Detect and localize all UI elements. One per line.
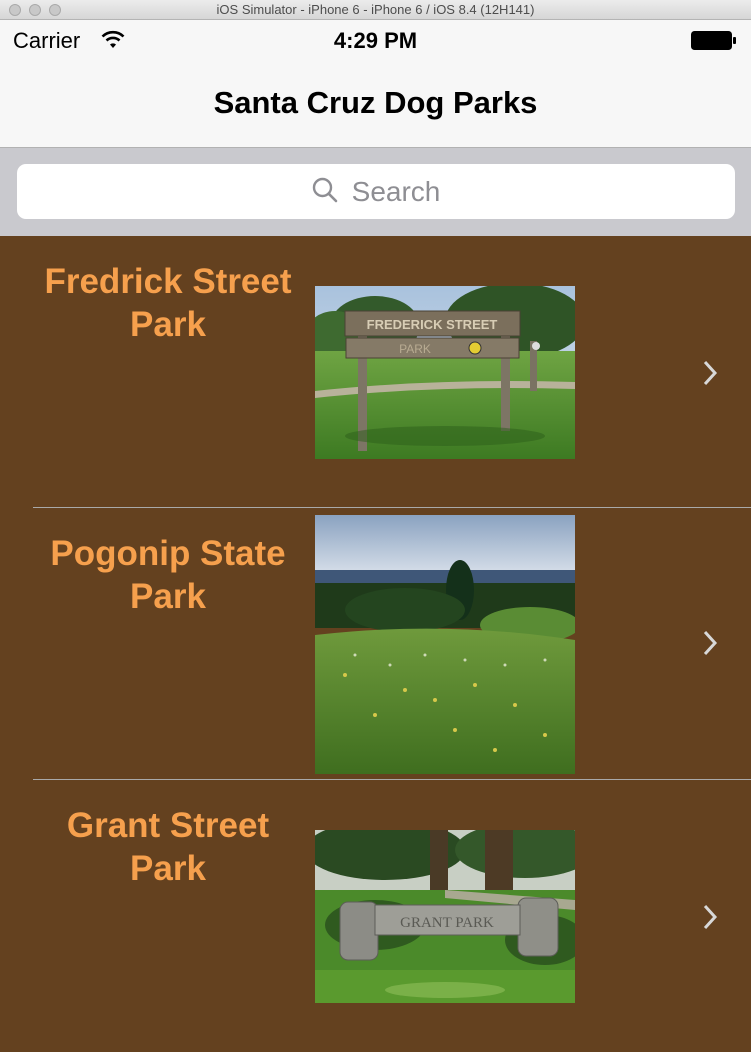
- park-photo-grant-street: GRANT PARK: [315, 830, 575, 1003]
- chevron-right-icon: [700, 359, 720, 392]
- park-row-fredrick-street[interactable]: Fredrick Street Park FREDERICK STREET PA…: [0, 236, 751, 508]
- park-name: Fredrick Street Park: [44, 262, 292, 344]
- simulator-titlebar: iOS Simulator - iPhone 6 - iPhone 6 / iO…: [0, 0, 751, 20]
- search-icon: [312, 177, 338, 208]
- battery-icon: [691, 31, 736, 50]
- park-photo-pogonip-state: [315, 515, 575, 774]
- sign-text: FREDERICK STREET: [367, 317, 498, 332]
- status-bar: Carrier 4:29 PM: [0, 20, 751, 60]
- park-row-grant-street[interactable]: Grant Street Park GRANT PARK: [0, 780, 751, 1052]
- search-field[interactable]: Search: [17, 164, 735, 219]
- park-name: Pogonip State Park: [50, 534, 286, 616]
- sign-text: GRANT PARK: [400, 915, 494, 931]
- status-time: 4:29 PM: [333, 28, 418, 53]
- page-title: Santa Cruz Dog Parks: [213, 85, 538, 120]
- window-title: iOS Simulator - iPhone 6 - iPhone 6 / iO…: [216, 2, 535, 17]
- search-bar: Search: [0, 148, 751, 236]
- park-list: Fredrick Street Park FREDERICK STREET PA…: [0, 236, 751, 1052]
- park-row-pogonip-state[interactable]: Pogonip State Park: [0, 508, 751, 780]
- park-name: Grant Street Park: [66, 806, 270, 888]
- chevron-right-icon: [700, 629, 720, 662]
- sign-text-2: PARK: [399, 342, 431, 356]
- navigation-bar: Santa Cruz Dog Parks: [0, 60, 751, 148]
- search-input[interactable]: Search: [352, 176, 441, 208]
- park-photo-fredrick-street: FREDERICK STREET PARK: [315, 286, 575, 459]
- chevron-right-icon: [700, 903, 720, 936]
